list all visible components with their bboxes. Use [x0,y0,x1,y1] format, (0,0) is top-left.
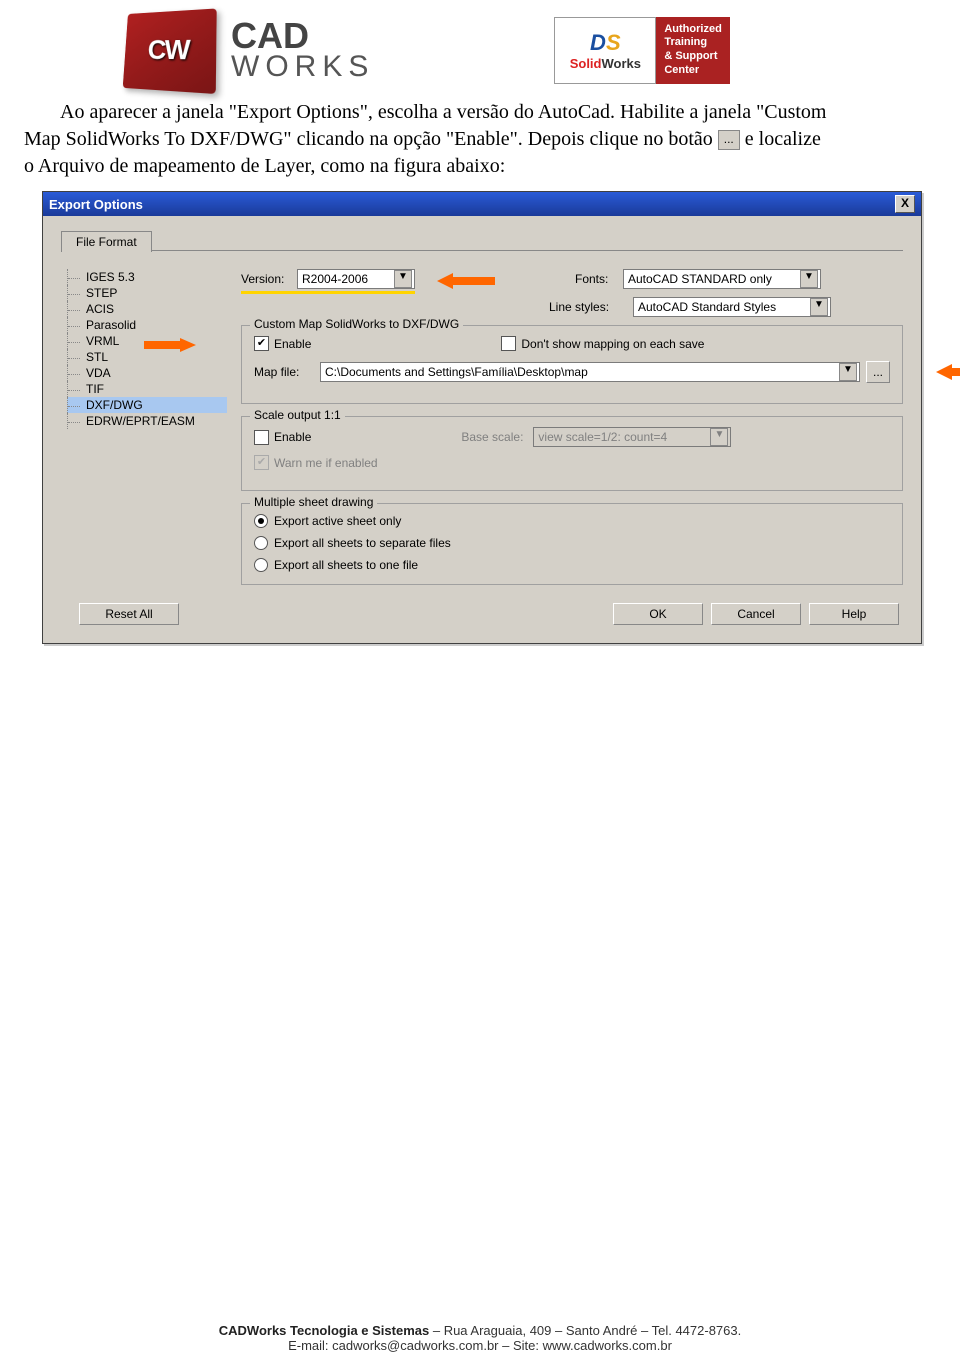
cancel-button[interactable]: Cancel [711,603,801,625]
group-scale: Scale output 1:1 Enable Base scale: view… [241,416,903,491]
close-button[interactable]: X [895,195,915,213]
mapfile-value: C:\Documents and Settings\Família\Deskto… [325,365,588,379]
dontshow-label: Don't show mapping on each save [521,337,704,351]
browse-button[interactable]: ... [866,361,890,383]
base-scale-combo: view scale=1/2: count=4 ▼ [533,427,731,447]
chevron-down-icon: ▼ [394,270,412,288]
arrow-annotation-icon [437,273,453,289]
tree-item[interactable]: Parasolid [67,317,227,333]
scale-enable-label: Enable [274,430,311,444]
enable-checkbox[interactable]: ✔ [254,336,269,351]
version-combo[interactable]: R2004-2006 ▼ [297,269,415,289]
tree-item[interactable]: ACIS [67,301,227,317]
dontshow-checkbox[interactable] [501,336,516,351]
group-custom-map: Custom Map SolidWorks to DXF/DWG ✔ Enabl… [241,325,903,404]
group-legend: Multiple sheet drawing [250,495,377,509]
tree-item-dxfdwg[interactable]: DXF/DWG [67,397,227,413]
titlebar: Export Options X [43,192,921,216]
radio-label: Export all sheets to one file [274,558,418,572]
fonts-label: Fonts: [575,272,623,286]
export-options-dialog: Export Options X File Format IGES 5.3 ST… [42,191,922,644]
enable-label: Enable [274,337,311,351]
cadworks-wordmark: CAD WORKS [231,20,374,79]
dialog-title: Export Options [49,197,143,212]
fonts-combo[interactable]: AutoCAD STANDARD only ▼ [623,269,821,289]
chevron-down-icon: ▼ [710,428,728,446]
mapfile-combo[interactable]: C:\Documents and Settings\Família\Deskto… [320,362,860,382]
tree-item[interactable]: TIF [67,381,227,397]
tree-item[interactable]: IGES 5.3 [67,269,227,285]
browse-button-inline-icon: ... [718,130,740,150]
group-legend: Scale output 1:1 [250,408,345,422]
tree-item[interactable]: VDA [67,365,227,381]
reset-all-button[interactable]: Reset All [79,603,179,625]
tree-item[interactable]: EDRW/EPRT/EASM [67,413,227,429]
tree-item[interactable]: STEP [67,285,227,301]
format-tree: IGES 5.3 STEP ACIS Parasolid VRML STL VD… [61,269,227,597]
fonts-value: AutoCAD STANDARD only [628,272,772,286]
scale-enable-checkbox[interactable] [254,430,269,445]
warn-checkbox: ✔ [254,455,269,470]
chevron-down-icon: ▼ [810,298,828,316]
version-value: R2004-2006 [302,272,368,286]
linestyles-combo[interactable]: AutoCAD Standard Styles ▼ [633,297,831,317]
cadworks-logo-icon: CW [123,8,217,94]
group-legend: Custom Map SolidWorks to DXF/DWG [250,317,463,331]
atc-label: Authorized Training & Support Center [656,17,729,84]
instruction-text: Ao aparecer a janela "Export Options", e… [0,100,960,179]
options-panel: Version: R2004-2006 ▼ Fonts: AutoCAD STA… [241,269,903,597]
radio-label: Export all sheets to separate files [274,536,451,550]
ok-button[interactable]: OK [613,603,703,625]
tab-file-format[interactable]: File Format [61,231,152,252]
version-label: Version: [241,272,297,286]
base-scale-label: Base scale: [461,430,523,444]
chevron-down-icon: ▼ [839,363,857,381]
page-footer: CADWorks Tecnologia e Sistemas – Rua Ara… [0,1323,960,1353]
radio-separate-files[interactable] [254,536,268,550]
linestyles-label: Line styles: [549,300,633,314]
solidworks-logo-icon: DS SolidWorks [554,17,656,84]
arrow-annotation-icon [180,338,196,352]
radio-active-sheet[interactable] [254,514,268,528]
highlight-yellow [241,291,415,294]
radio-label: Export active sheet only [274,514,401,528]
header: CW CAD WORKS DS SolidWorks Authorized Tr… [0,0,960,98]
mapfile-label: Map file: [254,365,320,379]
group-multisheet: Multiple sheet drawing Export active she… [241,503,903,585]
warn-label: Warn me if enabled [274,456,378,470]
base-scale-value: view scale=1/2: count=4 [538,430,667,444]
linestyles-value: AutoCAD Standard Styles [638,300,776,314]
chevron-down-icon: ▼ [800,270,818,288]
tree-item[interactable]: STL [67,349,227,365]
solidworks-atc-badge: DS SolidWorks Authorized Training & Supp… [554,17,729,84]
arrow-annotation-icon [936,364,952,380]
radio-one-file[interactable] [254,558,268,572]
help-button[interactable]: Help [809,603,899,625]
